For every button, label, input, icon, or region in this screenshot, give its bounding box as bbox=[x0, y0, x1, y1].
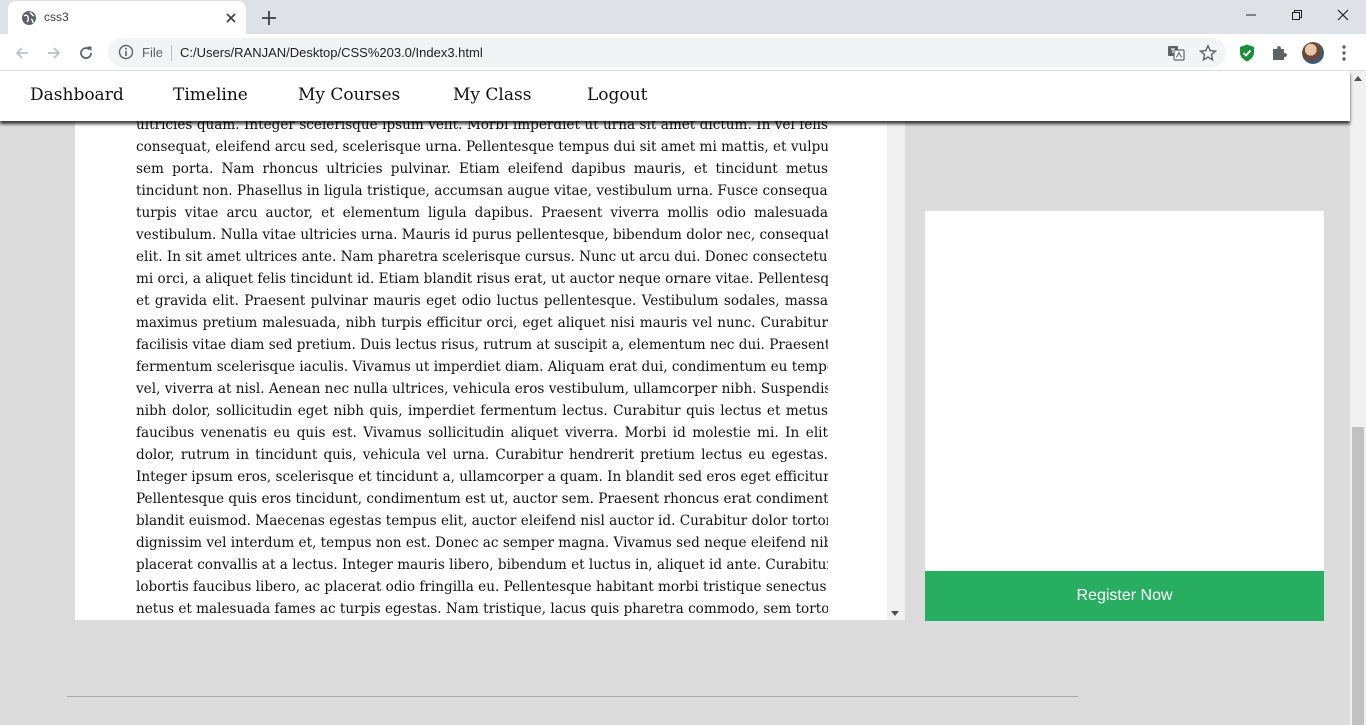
article-line: vestibulum. Nulla vitae ultricies urna. … bbox=[136, 227, 828, 243]
article-line: nibh dolor, sollicitudin eget nibh quis,… bbox=[136, 403, 828, 419]
info-icon[interactable] bbox=[118, 44, 134, 60]
plus-icon[interactable] bbox=[258, 7, 280, 29]
close-icon bbox=[1337, 9, 1349, 21]
article-line: dolor, rutrum in tincidunt quis, vehicul… bbox=[136, 447, 828, 463]
back-icon bbox=[15, 47, 28, 59]
article-scrollbar[interactable] bbox=[887, 121, 905, 620]
browser-tabstrip: css3 bbox=[0, 0, 1366, 34]
article-line: fermentum scelerisque iaculis. Vivamus u… bbox=[136, 359, 828, 375]
article-line: tincidunt non. Phasellus in ligula trist… bbox=[136, 183, 828, 199]
globe-icon bbox=[22, 11, 36, 25]
article-line: sem porta. Nam rhoncus ultricies pulvina… bbox=[136, 161, 828, 177]
article-line: maximus pretium malesuada, nibh turpis e… bbox=[136, 315, 828, 331]
article-line: Integer ipsum eros, scelerisque et tinci… bbox=[136, 469, 828, 485]
reload-button[interactable] bbox=[75, 42, 97, 64]
minimize-icon bbox=[1246, 14, 1256, 16]
nav-my-class[interactable]: My Class bbox=[453, 85, 531, 105]
article-box[interactable]: ultricies quam. Integer scelerisque ipsu… bbox=[75, 121, 905, 620]
restore-icon bbox=[1292, 10, 1302, 20]
article-line: elit. In sit amet ultrices ante. Nam pha… bbox=[136, 249, 828, 265]
tab-title: css3 bbox=[44, 10, 69, 24]
menu-dots-icon[interactable] bbox=[1334, 43, 1354, 63]
article-line: turpis vitae arcu auctor, et elementum l… bbox=[136, 205, 828, 221]
puzzle-icon[interactable] bbox=[1269, 43, 1289, 63]
scroll-up-arrow-icon[interactable] bbox=[1354, 76, 1362, 81]
article-line: lobortis faucibus libero, ac placerat od… bbox=[136, 579, 828, 595]
scheme-label: File bbox=[142, 45, 163, 60]
nav-dashboard[interactable]: Dashboard bbox=[30, 85, 124, 105]
register-card: Register Now bbox=[925, 211, 1324, 621]
address-bar[interactable]: File C:/Users/RANJAN/Desktop/CSS%203.0/I… bbox=[108, 38, 1226, 67]
star-icon[interactable] bbox=[1199, 44, 1217, 62]
translate-icon[interactable] bbox=[1167, 44, 1185, 62]
article-line: ultricies quam. Integer scelerisque ipsu… bbox=[136, 121, 828, 133]
nav-logout[interactable]: Logout bbox=[587, 85, 647, 105]
article-line: consequat, eleifend arcu sed, scelerisqu… bbox=[136, 139, 828, 155]
browser-tab[interactable]: css3 bbox=[8, 1, 246, 34]
avatar[interactable] bbox=[1302, 42, 1324, 64]
url-text[interactable]: C:/Users/RANJAN/Desktop/CSS%203.0/Index3… bbox=[180, 45, 483, 60]
article-line: et gravida elit. Praesent pulvinar mauri… bbox=[136, 293, 828, 309]
article-line: netus et malesuada fames ac turpis egest… bbox=[136, 601, 828, 617]
shield-extension-icon[interactable] bbox=[1237, 43, 1257, 63]
article-line: Pellentesque quis eros tincidunt, condim… bbox=[136, 491, 828, 507]
article-text: ultricies quam. Integer scelerisque ipsu… bbox=[136, 121, 828, 620]
reload-icon bbox=[80, 46, 92, 59]
window-close-button[interactable] bbox=[1320, 0, 1366, 30]
article-line: dignissim vel interdum et, tempus non es… bbox=[136, 535, 828, 551]
article-line: blandit euismod. Maecenas egestas tempus… bbox=[136, 513, 828, 529]
article-line: vel, viverra at nisl. Aenean nec nulla u… bbox=[136, 381, 828, 397]
close-icon[interactable] bbox=[222, 9, 240, 27]
omnibox-divider bbox=[171, 45, 172, 61]
article-line: placerat convallis at a lectus. Integer … bbox=[136, 557, 828, 573]
footer-divider bbox=[67, 696, 1078, 697]
register-now-button[interactable]: Register Now bbox=[925, 571, 1324, 621]
page-scroll-thumb[interactable] bbox=[1352, 427, 1364, 725]
scroll-down-arrow-icon[interactable] bbox=[891, 611, 899, 616]
browser-toolbar: File C:/Users/RANJAN/Desktop/CSS%203.0/I… bbox=[0, 34, 1366, 71]
minimize-button[interactable] bbox=[1228, 0, 1274, 30]
article-line: faucibus venenatis eu quis est. Vivamus … bbox=[136, 425, 828, 441]
article-line: mi orci, a aliquet felis tincidunt id. E… bbox=[136, 271, 828, 287]
page-scrollbar[interactable] bbox=[1350, 71, 1366, 725]
article-line: facilisis vitae diam sed pretium. Duis l… bbox=[136, 337, 828, 353]
back-button[interactable] bbox=[11, 42, 33, 64]
site-nav: Dashboard Timeline My Courses My Class L… bbox=[0, 71, 1350, 121]
forward-icon bbox=[48, 47, 61, 59]
nav-my-courses[interactable]: My Courses bbox=[298, 85, 400, 105]
page-viewport: Dashboard Timeline My Courses My Class L… bbox=[0, 71, 1366, 725]
forward-button[interactable] bbox=[43, 42, 65, 64]
nav-timeline[interactable]: Timeline bbox=[173, 85, 248, 105]
restore-button[interactable] bbox=[1274, 0, 1320, 30]
